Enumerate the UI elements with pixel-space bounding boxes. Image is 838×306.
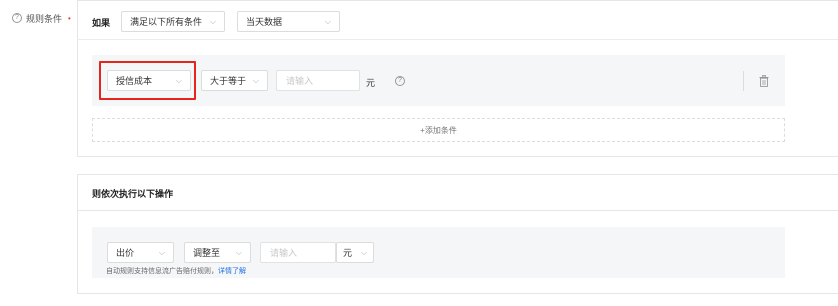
- chevron-down-icon: ⌵: [324, 16, 331, 26]
- then-section-header: [77, 174, 838, 211]
- rule-conditions-text: 规则条件: [26, 13, 63, 24]
- target-select[interactable]: 出价 ⌵: [107, 242, 174, 263]
- compensation-note: 自动规则支持信息流广告赔付规则，详情了解: [106, 266, 246, 276]
- unit-value: 元: [343, 248, 353, 258]
- match-mode-select[interactable]: 满足以下所有条件 ⌵: [121, 11, 225, 32]
- trash-icon[interactable]: [759, 75, 769, 87]
- chevron-down-icon: ⌵: [235, 247, 242, 257]
- question-circle-icon[interactable]: ?: [12, 13, 22, 23]
- operator-value: 大于等于: [210, 76, 247, 86]
- chevron-down-icon: ⌵: [209, 16, 216, 26]
- learn-more-link[interactable]: 详情了解: [218, 268, 246, 275]
- condition-value-input[interactable]: 请输入: [276, 70, 360, 91]
- chevron-down-icon: ⌵: [252, 75, 259, 85]
- condition-value-placeholder: 请输入: [286, 76, 314, 86]
- operator-select[interactable]: 大于等于 ⌵: [201, 70, 268, 91]
- rule-conditions-label: ? 规则条件 •: [12, 11, 71, 25]
- required-mark: •: [68, 13, 71, 23]
- action-value-input[interactable]: 请输入: [260, 242, 336, 263]
- divider: [743, 71, 744, 91]
- question-circle-icon[interactable]: ?: [395, 76, 405, 86]
- condition-unit: 元: [366, 78, 376, 88]
- match-mode-value: 满足以下所有条件: [130, 17, 203, 27]
- chevron-down-icon: ⌵: [158, 247, 165, 257]
- target-value: 出价: [116, 248, 135, 258]
- adjust-action-select[interactable]: 调整至 ⌵: [184, 242, 251, 263]
- then-label: 则依次执行以下操作: [92, 189, 174, 199]
- if-label: 如果: [92, 18, 111, 28]
- highlight-box: [99, 61, 196, 100]
- action-value-placeholder: 请输入: [270, 248, 298, 258]
- add-condition-button[interactable]: +添加条件: [92, 118, 785, 142]
- add-condition-label: +添加条件: [420, 125, 457, 135]
- data-range-value: 当天数据: [246, 17, 283, 27]
- data-range-select[interactable]: 当天数据 ⌵: [237, 11, 340, 32]
- unit-select[interactable]: 元 ⌵: [336, 242, 374, 263]
- adjust-action-value: 调整至: [193, 248, 221, 258]
- note-text: 自动规则支持信息流广告赔付规则，: [106, 268, 218, 275]
- chevron-down-icon: ⌵: [360, 247, 367, 257]
